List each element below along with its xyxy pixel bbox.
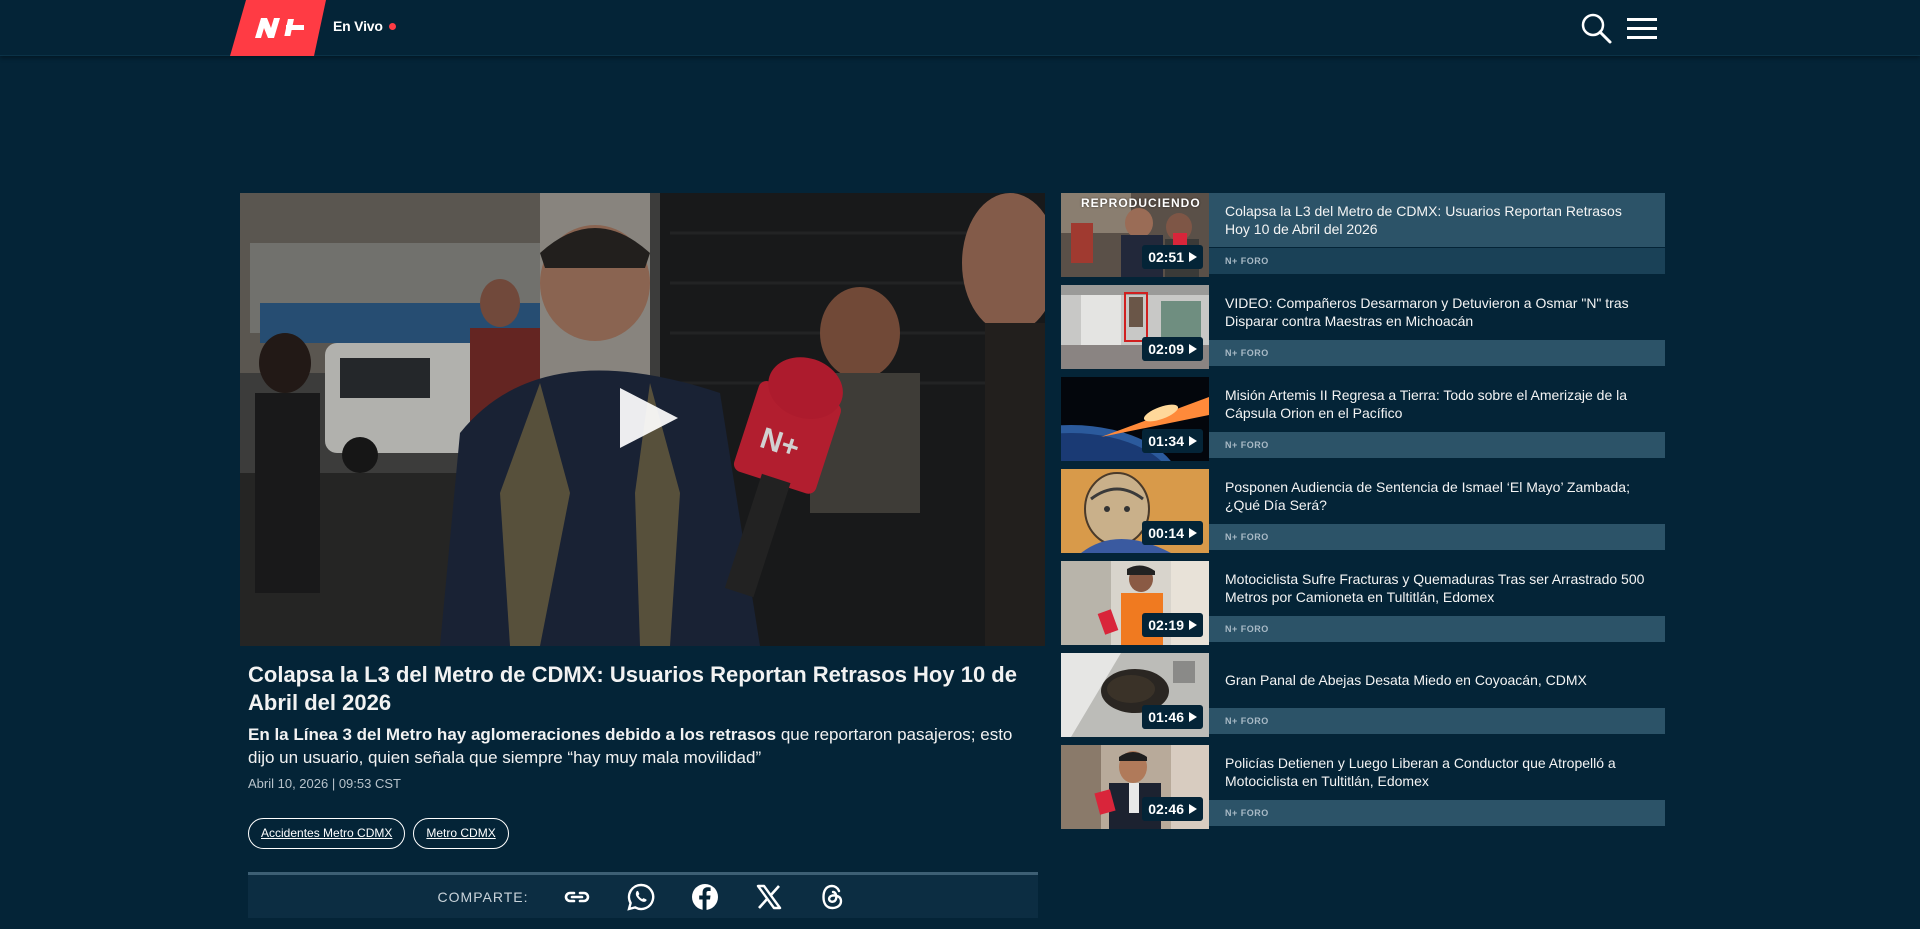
live-link[interactable]: En Vivo <box>333 18 396 34</box>
playlist-item[interactable]: 00:14 Posponen Audiencia de Sentencia de… <box>1061 469 1665 553</box>
playlist-item-title: Motociclista Sufre Fracturas y Quemadura… <box>1225 571 1645 605</box>
duration-text: 02:19 <box>1148 617 1184 633</box>
threads-icon[interactable] <box>818 882 848 912</box>
duration-text: 02:09 <box>1148 341 1184 357</box>
playlist-item[interactable]: REPRODUCIENDO 02:51 Colapsa la L3 del Me… <box>1061 193 1665 277</box>
video-date: Abril 10, 2026 | 09:53 CST <box>248 776 401 791</box>
site-header: En Vivo <box>0 0 1920 56</box>
playlist-item-source: N+ FORO <box>1209 432 1665 458</box>
small-play-icon <box>1189 804 1197 814</box>
small-play-icon <box>1189 528 1197 538</box>
playlist-thumbnail: 02:09 <box>1061 285 1209 369</box>
duration-badge: 00:14 <box>1142 521 1203 545</box>
hamburger-menu-icon[interactable] <box>1624 10 1660 46</box>
playlist-item-title: Posponen Audiencia de Sentencia de Ismae… <box>1225 479 1630 513</box>
search-icon[interactable] <box>1578 10 1614 46</box>
summary-bold: En la Línea 3 del Metro hay aglomeracion… <box>248 725 777 744</box>
playlist-item-source: N+ FORO <box>1209 340 1665 366</box>
whatsapp-icon[interactable] <box>626 882 656 912</box>
playlist-thumbnail: 02:46 <box>1061 745 1209 829</box>
playlist-thumbnail: 00:14 <box>1061 469 1209 553</box>
playlist-item-title: Misión Artemis II Regresa a Tierra: Todo… <box>1225 387 1628 421</box>
tag-metro-cdmx[interactable]: Metro CDMX <box>413 818 509 849</box>
playlist-item[interactable]: 01:46 Gran Panal de Abejas Desata Miedo … <box>1061 653 1665 737</box>
playlist-thumbnail: 02:19 <box>1061 561 1209 645</box>
playlist-item[interactable]: 02:09 VIDEO: Compañeros Desarmaron y Det… <box>1061 285 1665 369</box>
link-icon[interactable] <box>562 882 592 912</box>
share-label: COMPARTE: <box>437 888 529 905</box>
x-icon[interactable] <box>754 882 784 912</box>
duration-text: 01:34 <box>1148 433 1184 449</box>
video-title: Colapsa la L3 del Metro de CDMX: Usuario… <box>248 662 1017 715</box>
duration-text: 02:51 <box>1148 249 1184 265</box>
duration-badge: 01:34 <box>1142 429 1203 453</box>
duration-text: 01:46 <box>1148 709 1184 725</box>
duration-badge: 01:46 <box>1142 705 1203 729</box>
playlist-thumbnail: 01:34 <box>1061 377 1209 461</box>
small-play-icon <box>1189 436 1197 446</box>
duration-badge: 02:19 <box>1142 613 1203 637</box>
video-summary: En la Línea 3 del Metro hay aglomeracion… <box>248 723 1038 769</box>
small-play-icon <box>1189 252 1197 262</box>
tag-list: Accidentes Metro CDMX Metro CDMX <box>248 818 509 849</box>
playlist-item[interactable]: 02:19 Motociclista Sufre Fracturas y Que… <box>1061 561 1665 645</box>
live-label: En Vivo <box>333 18 383 34</box>
facebook-icon[interactable] <box>690 882 720 912</box>
playlist-item[interactable]: 01:34 Misión Artemis II Regresa a Tierra… <box>1061 377 1665 461</box>
playlist-item-title: Colapsa la L3 del Metro de CDMX: Usuario… <box>1209 193 1665 247</box>
playlist-item-source: N+ FORO <box>1209 248 1665 274</box>
duration-text: 00:14 <box>1148 525 1184 541</box>
playlist-thumbnail: 01:46 <box>1061 653 1209 737</box>
playlist-item-source: N+ FORO <box>1209 616 1665 642</box>
duration-badge: 02:46 <box>1142 797 1203 821</box>
duration-text: 02:46 <box>1148 801 1184 817</box>
share-bar: COMPARTE: <box>248 872 1038 918</box>
playlist-thumbnail: REPRODUCIENDO 02:51 <box>1061 193 1209 277</box>
small-play-icon <box>1189 712 1197 722</box>
duration-badge: 02:51 <box>1142 245 1203 269</box>
small-play-icon <box>1189 620 1197 630</box>
playlist-item[interactable]: 02:46 Policías Detienen y Luego Liberan … <box>1061 745 1665 829</box>
tag-accidentes-metro[interactable]: Accidentes Metro CDMX <box>248 818 406 849</box>
playlist-item-title: Gran Panal de Abejas Desata Miedo en Coy… <box>1225 672 1587 688</box>
playlist-item-title: Policías Detienen y Luego Liberan a Cond… <box>1225 755 1616 789</box>
nplus-logo[interactable] <box>230 0 326 56</box>
playlist-item-title: VIDEO: Compañeros Desarmaron y Detuviero… <box>1225 295 1629 329</box>
now-playing-label: REPRODUCIENDO <box>1081 196 1201 210</box>
duration-badge: 02:09 <box>1142 337 1203 361</box>
play-icon[interactable] <box>616 386 680 450</box>
playlist-item-source: N+ FORO <box>1209 524 1665 550</box>
playlist-item-source: N+ FORO <box>1209 708 1665 734</box>
live-dot-icon <box>388 23 396 30</box>
playlist-item-source: N+ FORO <box>1209 800 1665 826</box>
small-play-icon <box>1189 344 1197 354</box>
